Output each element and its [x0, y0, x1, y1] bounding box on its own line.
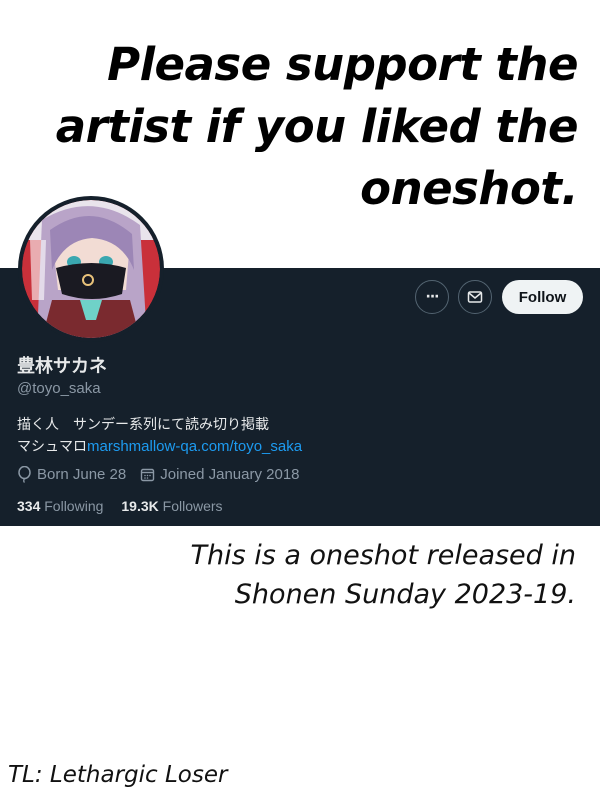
headline-line: Please support the: [107, 38, 578, 91]
followers-count: 19.3K: [121, 498, 159, 514]
balloon-icon: [18, 466, 31, 483]
note-line: Shonen Sunday 2023-19.: [234, 579, 576, 610]
profile-meta: Born June 28 Joined January 2018: [17, 466, 314, 483]
bio-line: 描く人 サンデー系列にて読み切り掲載: [17, 417, 269, 433]
release-note: This is a oneshot released in Shonen Sun…: [16, 536, 576, 614]
joined-text: Joined January 2018: [160, 466, 300, 483]
note-line: This is a oneshot released in: [190, 540, 576, 571]
headline: Please support the artist if you liked t…: [8, 34, 579, 220]
profile-bio: 描く人 サンデー系列にて読み切り掲載 マシュマロmarshmallow-qa.c…: [17, 415, 577, 458]
headline-line: artist if you liked the: [55, 100, 579, 153]
user-handle: @toyo_saka: [17, 380, 101, 397]
following-label: Following: [44, 498, 104, 514]
follow-button[interactable]: Follow: [502, 280, 583, 314]
translator-credit: TL: Lethargic Loser: [8, 762, 228, 788]
bio-link[interactable]: marshmallow-qa.com/toyo_saka: [87, 438, 302, 455]
envelope-icon: [467, 291, 483, 303]
follow-stats: 334 Following 19.3K Followers: [17, 498, 241, 514]
birthday-text: Born June 28: [37, 466, 127, 483]
more-options-button[interactable]: ···: [415, 280, 449, 314]
followers-label: Followers: [162, 498, 223, 514]
following-count: 334: [17, 498, 41, 514]
following-link[interactable]: 334 Following: [17, 498, 103, 514]
bio-prefix: マシュマロ: [17, 439, 87, 455]
bio-line: マシュマロmarshmallow-qa.com/toyo_saka: [17, 436, 577, 458]
followers-link[interactable]: 19.3K Followers: [121, 498, 222, 514]
more-icon: ···: [425, 289, 440, 305]
joined-item: Joined January 2018: [140, 466, 300, 483]
birthday-item: Born June 28: [17, 466, 126, 483]
display-name: 豊林サカネ: [17, 356, 107, 377]
avatar[interactable]: [18, 196, 164, 342]
message-button[interactable]: [458, 280, 492, 314]
calendar-icon: [141, 468, 155, 482]
